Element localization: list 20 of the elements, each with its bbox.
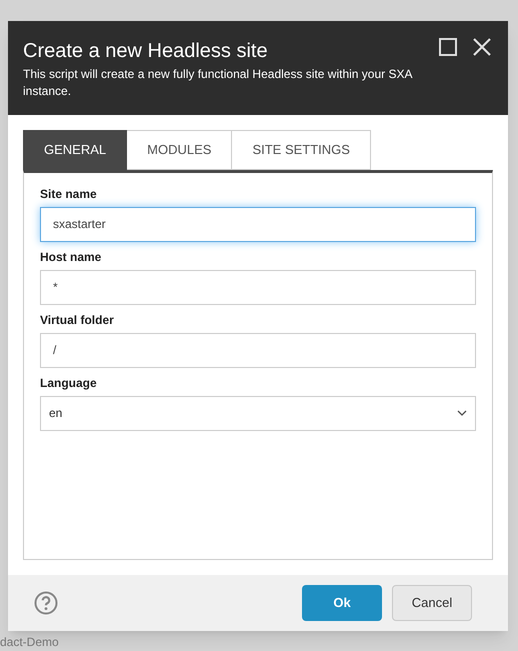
chevron-down-icon [457,410,467,416]
dialog-description: This script will create a new fully functional Headless site within your SXA instance. [23,66,414,100]
select-field[interactable]: en [40,396,476,431]
field-label: Host name [40,248,102,266]
text-field[interactable]: * [40,270,476,305]
close-icon[interactable] [473,38,491,56]
field-label: Site name [40,186,98,203]
text-field[interactable]: / [40,332,476,368]
dialog-title: Create a new Headless site [23,38,268,63]
item-name: dact-Demo [0,634,59,651]
ok-button[interactable]: Ok [302,585,382,621]
tab[interactable]: GENERAL [23,130,128,170]
maximize-icon[interactable] [439,38,457,56]
tab[interactable]: SITE SETTINGS [232,130,371,170]
help-icon[interactable] [34,591,58,615]
text-field[interactable]: sxastarter [40,206,476,242]
cancel-button[interactable]: Cancel [392,585,472,621]
field-label: Virtual folder [40,312,115,329]
field-label: Language [40,374,98,392]
tab[interactable]: MODULES [127,130,232,170]
